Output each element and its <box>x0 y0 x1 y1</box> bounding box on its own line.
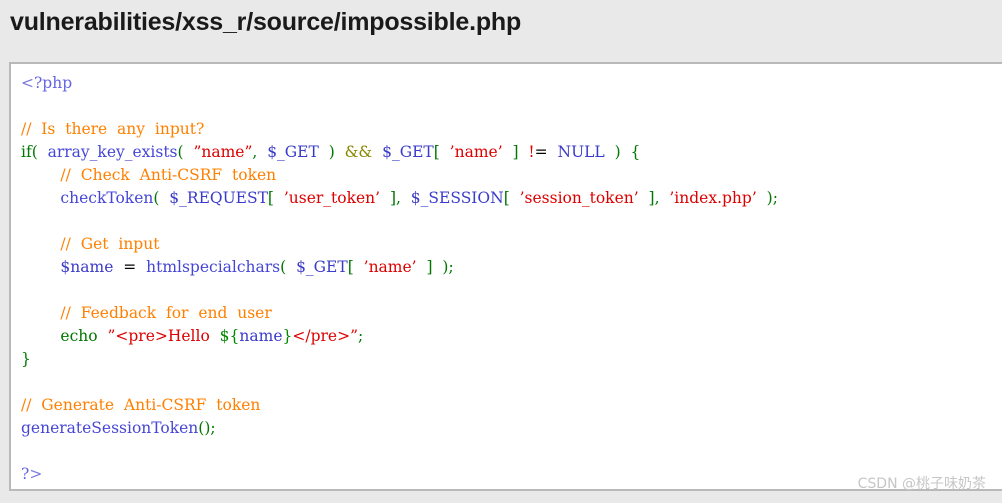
code-line: } <box>21 350 31 368</box>
code-line: $name = htmlspecialchars( $_GET[ ’name’ … <box>21 258 454 276</box>
code-token: name <box>239 327 283 345</box>
code-token: $_REQUEST <box>169 189 268 207</box>
code-token: $_GET <box>267 143 319 161</box>
code-token: ’name’ <box>363 258 417 276</box>
page-title: vulnerabilities/xss_r/source/impossible.… <box>10 8 522 36</box>
code-token: = <box>534 143 548 161</box>
source-code[interactable]: <?php // Is there any input? if( array_k… <box>21 72 1002 486</box>
code-token: ”<pre>Hello <box>107 327 220 345</box>
code-token: ”name” <box>193 143 253 161</box>
code-token: $_SESSION <box>410 189 504 207</box>
code-token: = <box>123 258 137 276</box>
code-line: if( array_key_exists( ”name”, $_GET ) &&… <box>21 143 640 161</box>
code-line: // Feedback for end user <box>21 304 272 322</box>
code-token: // Feedback for end user <box>60 304 272 322</box>
code-line: echo ”<pre>Hello ${name}</pre>”; <box>21 327 363 345</box>
code-line: // Get input <box>21 235 159 253</box>
code-token: } <box>282 327 293 345</box>
code-token: htmlspecialchars <box>146 258 281 276</box>
code-token: echo <box>60 327 98 345</box>
code-line: ?> <box>21 465 42 483</box>
code-token: generateSessionToken <box>21 419 199 437</box>
code-token: $_GET <box>382 143 434 161</box>
code-line: // Check Anti-CSRF token <box>21 166 276 184</box>
code-line: checkToken( $_REQUEST[ ’user_token’ ], $… <box>21 189 778 207</box>
code-block-container: <?php // Is there any input? if( array_k… <box>9 62 1002 491</box>
code-token: < <box>21 74 34 92</box>
code-token: ’session_token’ <box>519 189 639 207</box>
code-token: ’name’ <box>449 143 503 161</box>
code-token: checkToken <box>60 189 154 207</box>
code-token: // Generate Anti-CSRF token <box>21 396 261 414</box>
code-token: NULL <box>557 143 605 161</box>
code-token: $ <box>219 327 230 345</box>
code-line: // Is there any input? <box>21 120 204 138</box>
code-token: ’user_token’ <box>283 189 381 207</box>
code-token: } <box>21 350 31 368</box>
code-line: <?php <box>21 74 72 92</box>
code-token: ; <box>358 327 364 345</box>
code-token: { <box>630 143 641 161</box>
code-token: ; <box>772 189 778 207</box>
code-token: // Get input <box>60 235 160 253</box>
code-token: ; <box>448 258 454 276</box>
code-token: > <box>29 465 43 483</box>
code-token: $_GET <box>296 258 348 276</box>
code-token: </pre>” <box>292 327 359 345</box>
code-token: $name <box>60 258 114 276</box>
code-token: { <box>229 327 240 345</box>
code-token: && <box>344 143 373 161</box>
code-token: ; <box>210 419 216 437</box>
code-token: ’index.php’ <box>669 189 757 207</box>
code-token: // Is there any input? <box>21 120 205 138</box>
csdn-watermark: CSDN @桃子味奶茶 <box>857 476 986 492</box>
code-token: array_key_exists <box>47 143 178 161</box>
code-token: ?php <box>34 74 73 92</box>
code-line: // Generate Anti-CSRF token <box>21 396 260 414</box>
code-token: if <box>21 143 32 161</box>
code-token: // Check Anti-CSRF token <box>60 166 277 184</box>
code-line: generateSessionToken(); <box>21 419 216 437</box>
code-block-inner: <?php // Is there any input? if( array_k… <box>21 72 1002 489</box>
